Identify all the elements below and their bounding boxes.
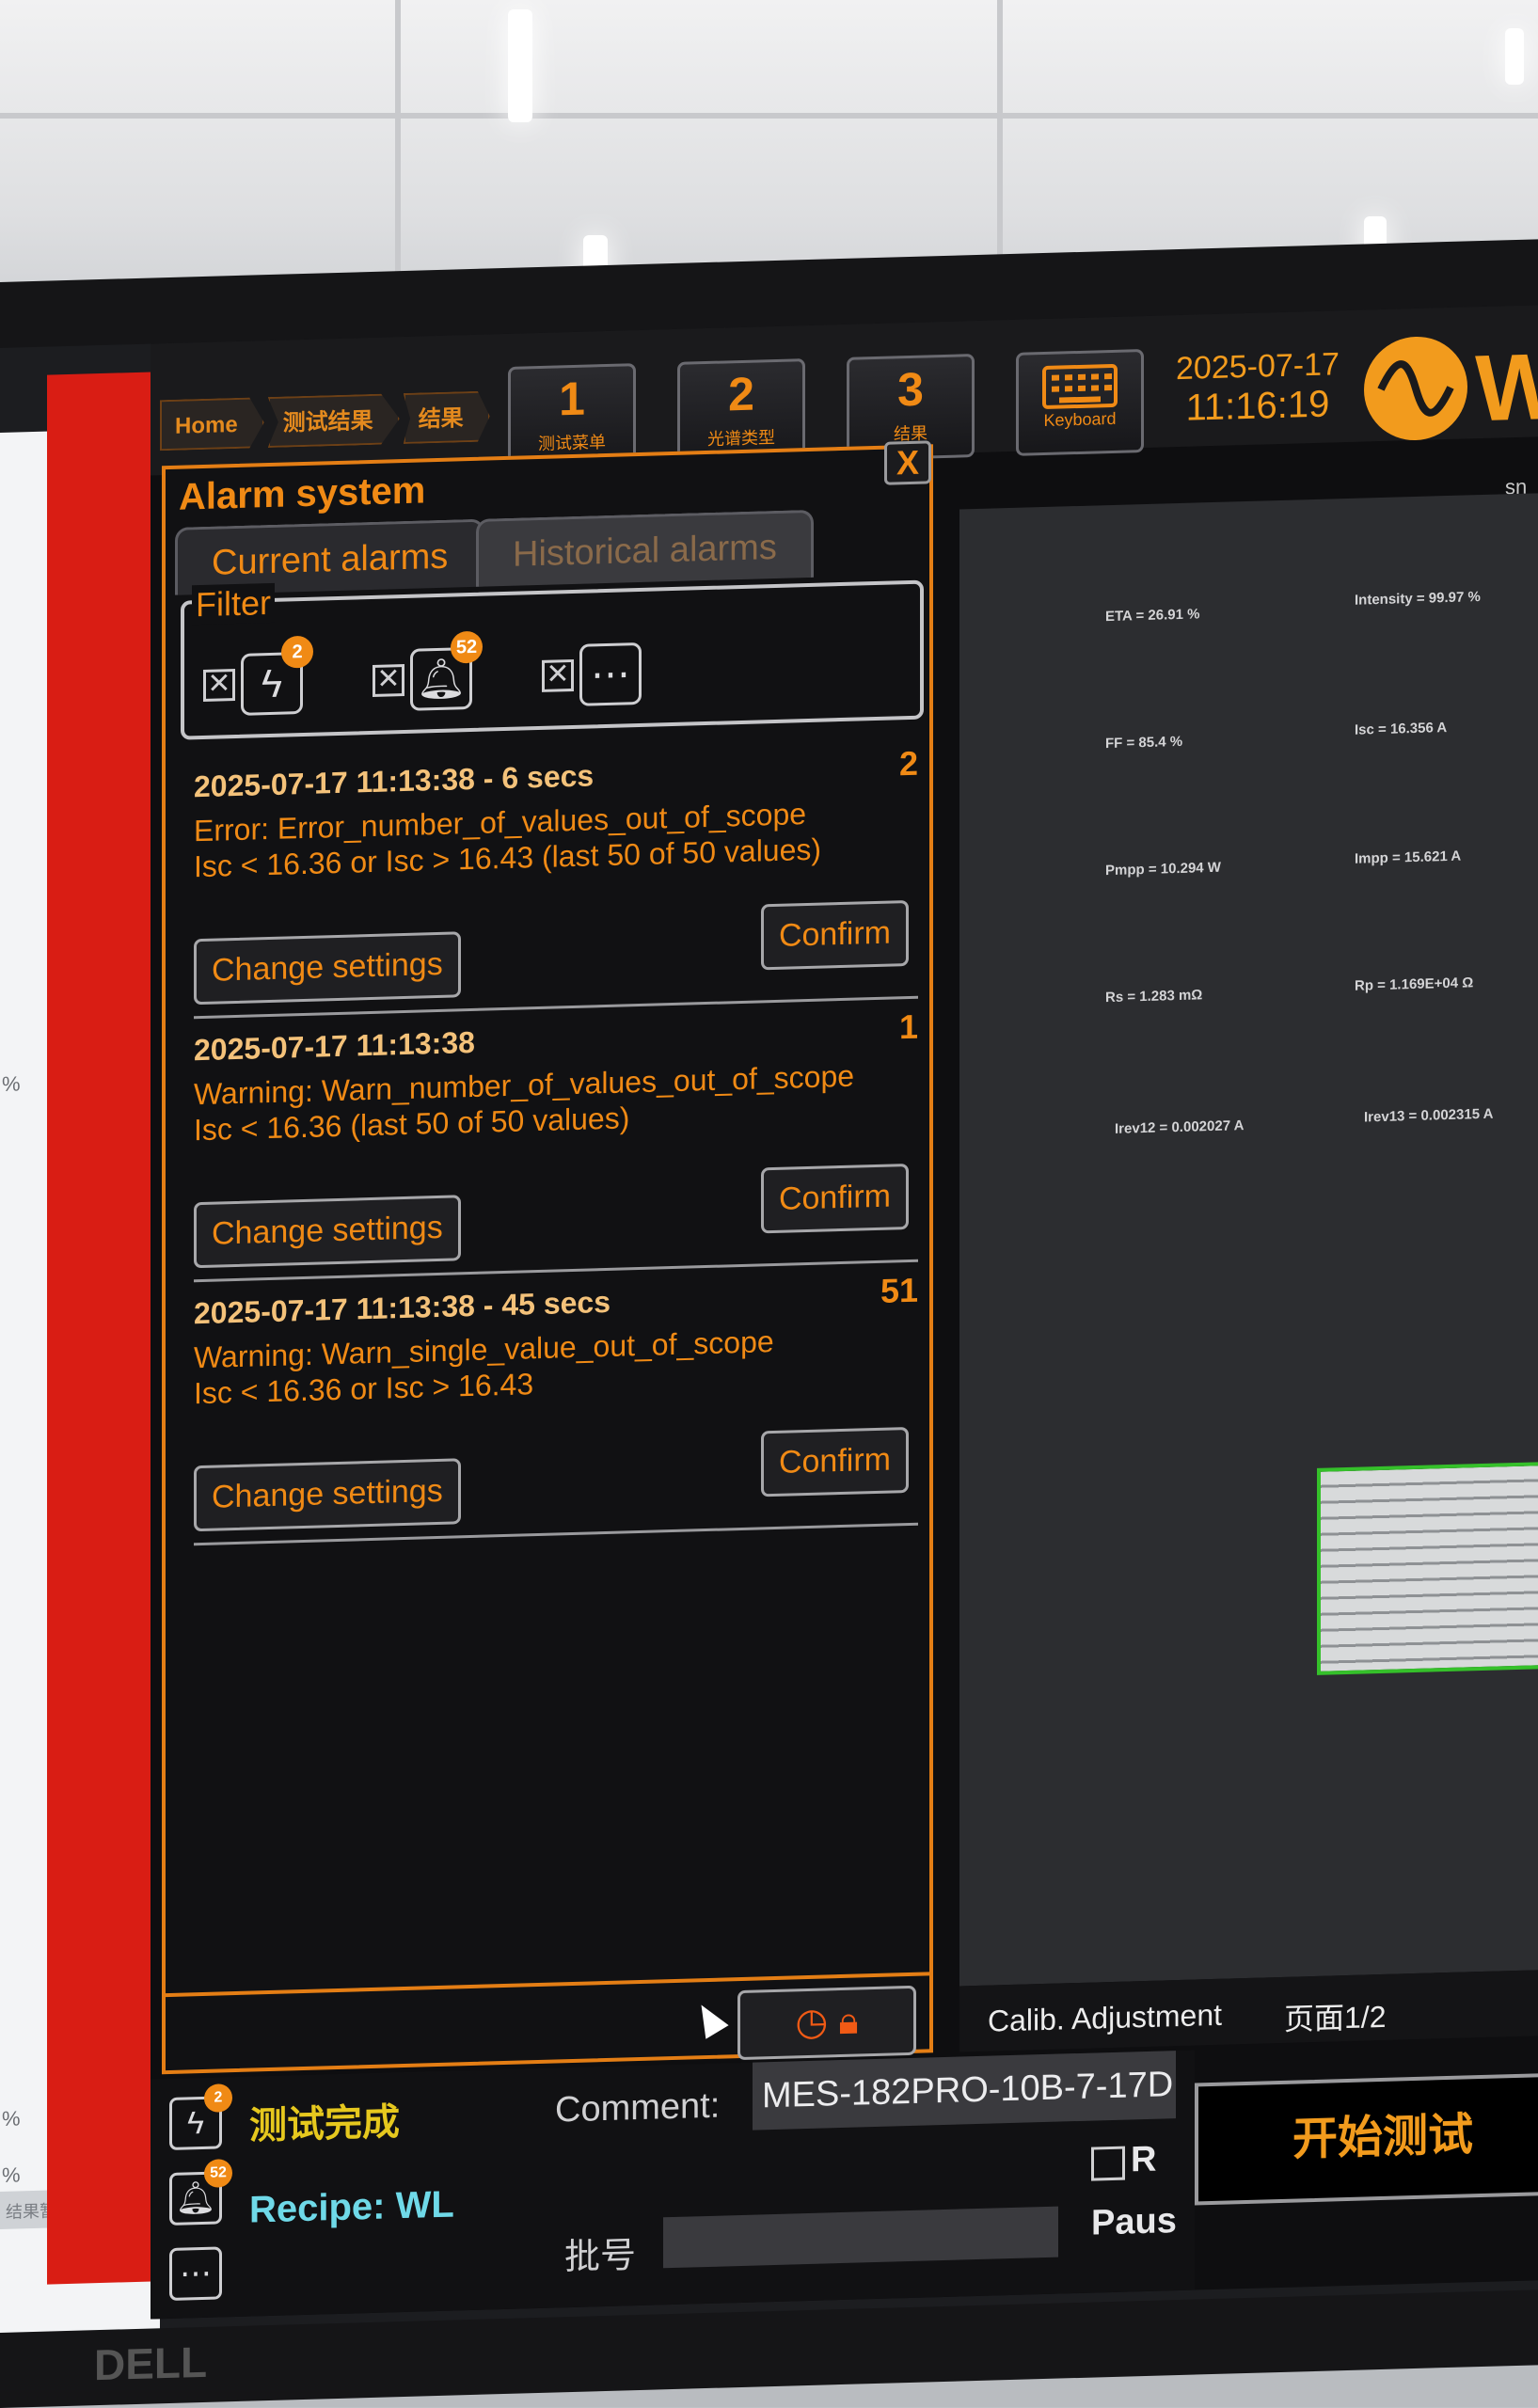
- percent-label: %: [2, 2106, 21, 2131]
- breadcrumb-results[interactable]: 结果: [404, 390, 490, 444]
- alarm-entry: 2025-07-17 11:13:38 - 45 secs 51 Warning…: [194, 1271, 918, 1551]
- measurement-rp: Rp = 1.169E+04 Ω: [1355, 974, 1474, 994]
- alarm-timestamp: 2025-07-17 11:13:38: [194, 1024, 475, 1068]
- ceiling-grid-line: [0, 113, 1538, 119]
- lightning-icon: ϟ2: [241, 635, 313, 716]
- measurement-eta: ETA = 26.91 %: [1105, 606, 1200, 626]
- alarm-count: 51: [880, 1270, 918, 1310]
- nav-label: 光谱类型: [707, 427, 775, 449]
- recipe-label: Recipe: WL: [249, 2183, 454, 2231]
- app-window: Home 测试结果 结果 1 测试菜单 2 光谱类型 3 结果 Keyboard…: [151, 305, 1538, 2320]
- alarm-timestamp: 2025-07-17 11:13:38 - 6 secs: [194, 758, 595, 804]
- clock-history-icon: ◷: [795, 2001, 829, 2044]
- breadcrumb: Home 测试结果 结果: [160, 390, 490, 451]
- breadcrumb-test-results[interactable]: 测试结果: [268, 393, 400, 448]
- clock: 2025-07-17 11:16:19: [1176, 346, 1340, 430]
- batch-field[interactable]: [663, 2206, 1058, 2269]
- r-checkbox[interactable]: [1091, 2146, 1125, 2181]
- test-status: 测试完成: [249, 2101, 400, 2147]
- count-badge: 2: [204, 2083, 232, 2113]
- lightning-icon[interactable]: ϟ2: [169, 2083, 232, 2150]
- monitor: % % % 结果暂存 Home 测试结果 结果 1 测试菜单 2 光谱类型 3 …: [0, 239, 1538, 2408]
- screen: % % % 结果暂存 Home 测试结果 结果 1 测试菜单 2 光谱类型 3 …: [0, 305, 1538, 2333]
- alarm-count: 1: [898, 1006, 918, 1047]
- measurements-panel: [959, 493, 1538, 1987]
- batch-label: 批号: [564, 2236, 637, 2278]
- confirm-button[interactable]: Confirm: [760, 1427, 909, 1497]
- page-indicator: 页面1/2: [1284, 1999, 1387, 2036]
- filter-messages[interactable]: ✕ ⋯: [542, 642, 642, 707]
- alarm-dialog-footer: ◷ 🔒︎: [166, 1972, 929, 2075]
- measurement-isc: Isc = 16.356 A: [1355, 720, 1448, 738]
- confirm-button[interactable]: Confirm: [760, 1164, 909, 1234]
- clock-date: 2025-07-17: [1176, 346, 1340, 388]
- alarm-timestamp: 2025-07-17 11:13:38 - 45 secs: [194, 1284, 611, 1331]
- filter-checkbox[interactable]: ✕: [373, 663, 404, 697]
- filter-errors[interactable]: ✕ ϟ2: [203, 635, 313, 717]
- filter-warnings[interactable]: ✕ 🔔︎ 52: [373, 630, 483, 712]
- filter-label: Filter: [192, 582, 275, 626]
- measurement-impp: Impp = 15.621 A: [1355, 848, 1462, 867]
- percent-label: %: [2, 2162, 21, 2187]
- filter-group: Filter ✕ ϟ2 ✕ 🔔︎ 52 ✕ ⋯: [181, 579, 924, 740]
- brand-logo: [1364, 335, 1467, 442]
- alarm-count: 2: [898, 743, 918, 784]
- start-test-button[interactable]: 开始测试: [1195, 2072, 1538, 2206]
- red-sidebar: [47, 372, 160, 2285]
- measurement-ff: FF = 85.4 %: [1105, 733, 1183, 752]
- nav-number: 3: [897, 362, 924, 417]
- cell-image-thumbnail[interactable]: [1317, 1462, 1538, 1675]
- history-user-button[interactable]: ◷ 🔒︎: [737, 1985, 916, 2061]
- keyboard-button[interactable]: Keyboard: [1016, 349, 1144, 456]
- count-badge: 52: [204, 2159, 232, 2188]
- count-badge: 2: [281, 635, 313, 669]
- alarm-entry: 2025-07-17 11:13:38 - 6 secs 2 Error: Er…: [194, 744, 918, 1024]
- alarm-entry: 2025-07-17 11:13:38 1 Warning: Warn_numb…: [194, 1007, 918, 1288]
- clock-time: 11:16:19: [1185, 383, 1330, 429]
- close-button[interactable]: X: [884, 440, 931, 485]
- filter-checkbox[interactable]: ✕: [542, 658, 574, 692]
- ceiling-light: [1505, 28, 1524, 85]
- comment-field[interactable]: MES-182PRO-10B-7-17D: [753, 2051, 1176, 2131]
- percent-label: %: [2, 1071, 21, 1096]
- measurement-rs: Rs = 1.283 mΩ: [1105, 987, 1203, 1006]
- bell-icon: 🔔︎ 52: [410, 630, 483, 711]
- bell-icon[interactable]: 🔔︎ 52: [169, 2159, 232, 2226]
- alarm-message: Warning: Warn_number_of_values_out_of_sc…: [194, 1058, 854, 1149]
- calib-adjustment-button[interactable]: Calib. Adjustment: [988, 1998, 1222, 2039]
- alarm-dialog-title: Alarm system: [179, 469, 426, 518]
- ceiling-grid-line: [395, 0, 401, 301]
- nav-label: 测试菜单: [538, 433, 606, 454]
- chat-icon: ⋯: [579, 642, 642, 706]
- confirm-button[interactable]: Confirm: [760, 900, 909, 971]
- pause-label: Paus: [1091, 2201, 1177, 2243]
- alarm-dialog: Alarm system X Current alarms Historical…: [162, 440, 933, 2075]
- ceiling-light: [508, 9, 532, 122]
- count-badge: 52: [451, 630, 483, 664]
- status-bar: ϟ2 🔔︎ 52 ⋯ 测试完成 Recipe: WL Comment: MES-1…: [151, 2050, 1195, 2320]
- alarm-message: Warning: Warn_single_value_out_of_scope …: [194, 1323, 774, 1411]
- chat-icon[interactable]: ⋯: [169, 2246, 222, 2301]
- lock-user-icon: 🔒︎: [838, 2000, 859, 2043]
- alarm-message: Error: Error_number_of_values_out_of_sco…: [194, 796, 821, 885]
- comment-label: Comment:: [555, 2085, 721, 2131]
- nav-number: 2: [728, 367, 754, 421]
- tab-historical-alarms[interactable]: Historical alarms: [476, 509, 814, 587]
- r-checkbox-label: R: [1131, 2139, 1157, 2180]
- change-settings-button[interactable]: Change settings: [194, 1195, 461, 1269]
- keyboard-label: Keyboard: [1043, 408, 1117, 431]
- nav-number: 1: [559, 372, 585, 426]
- keyboard-icon: [1042, 363, 1118, 410]
- brand-text: W: [1475, 333, 1538, 442]
- change-settings-button[interactable]: Change settings: [194, 931, 461, 1006]
- change-settings-button[interactable]: Change settings: [194, 1458, 461, 1532]
- measurement-pmpp: Pmpp = 10.294 W: [1105, 859, 1221, 879]
- filter-checkbox[interactable]: ✕: [203, 668, 235, 702]
- breadcrumb-home[interactable]: Home: [160, 397, 264, 451]
